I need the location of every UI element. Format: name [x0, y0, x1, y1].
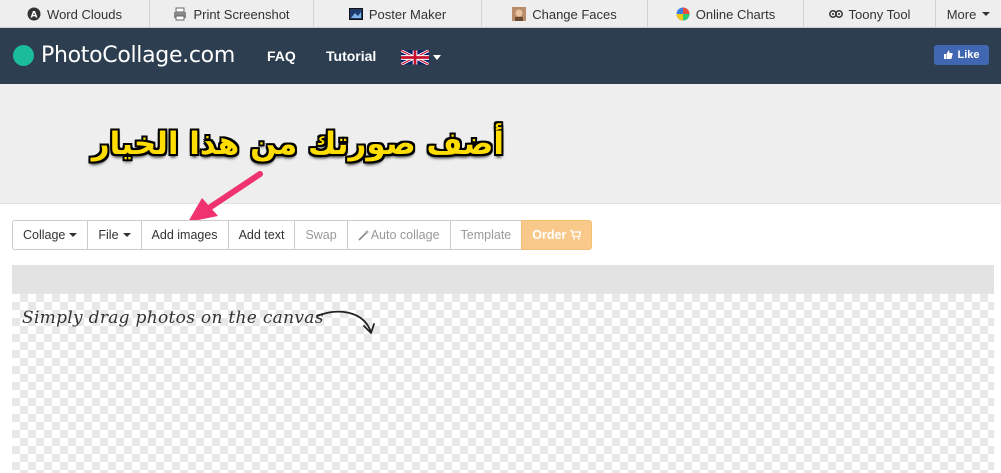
face-icon [512, 7, 527, 21]
poster-icon [348, 7, 363, 21]
canvas-hint: Simply drag photos on the canvas [22, 308, 324, 328]
site-logo[interactable]: PhotoCollage.com [41, 43, 235, 68]
arabic-annotation: أضف صورتك من هذا الخيار [91, 126, 504, 162]
facebook-like-button[interactable]: Like [934, 45, 989, 65]
ad-banner-area: أضف صورتك من هذا الخيار [0, 84, 1001, 204]
topbar-label: Toony Tool [848, 6, 911, 22]
topbar-change-faces[interactable]: Change Faces [482, 0, 648, 28]
logo-dot-icon [13, 45, 34, 66]
collage-menu-button[interactable]: Collage [12, 220, 89, 250]
topbar-label: Print Screenshot [193, 6, 290, 22]
toony-icon [828, 7, 843, 21]
add-images-button[interactable]: Add images [140, 220, 229, 250]
collage-canvas[interactable]: Simply drag photos on the canvas [12, 294, 994, 473]
button-label: Collage [23, 228, 66, 242]
uk-flag-icon[interactable] [401, 50, 429, 65]
top-tool-bar: A Word Clouds Print Screenshot Poster Ma… [0, 0, 1001, 28]
swap-button[interactable]: Swap [294, 220, 348, 250]
topbar-label: Change Faces [532, 6, 617, 22]
topbar-label: Online Charts [695, 6, 776, 22]
canvas-header-bar [12, 265, 994, 294]
curved-arrow-icon [316, 310, 375, 334]
thumbs-up-icon [944, 50, 954, 59]
editor-toolbar: Collage File Add images Add text Swap Au… [12, 220, 593, 250]
topbar-word-clouds[interactable]: A Word Clouds [0, 0, 150, 28]
topbar-print-screenshot[interactable]: Print Screenshot [150, 0, 314, 28]
topbar-label: Poster Maker [368, 6, 447, 22]
button-label: Swap [305, 228, 337, 242]
order-button[interactable]: Order [521, 220, 593, 250]
topbar-poster-maker[interactable]: Poster Maker [314, 0, 482, 28]
printer-icon [173, 7, 187, 21]
button-label: Add text [238, 228, 285, 242]
topbar-online-charts[interactable]: Online Charts [648, 0, 804, 28]
file-menu-button[interactable]: File [87, 220, 142, 250]
caret-down-icon [69, 233, 78, 237]
cart-icon [570, 230, 582, 240]
button-label: Order [532, 228, 567, 242]
nav-faq[interactable]: FAQ [267, 48, 296, 64]
svg-text:A: A [31, 11, 38, 21]
topbar-label: More [946, 6, 977, 22]
pink-pointer-arrow-icon [188, 171, 263, 222]
topbar-toony-tool[interactable]: Toony Tool [804, 0, 936, 28]
add-text-button[interactable]: Add text [227, 220, 296, 250]
pie-chart-icon [676, 7, 690, 21]
like-label: Like [957, 49, 980, 61]
button-label: Add images [151, 228, 218, 242]
nav-tutorial[interactable]: Tutorial [326, 48, 376, 64]
word-cloud-icon: A [27, 7, 41, 21]
button-label: Auto collage [370, 228, 440, 242]
caret-down-icon [982, 12, 991, 16]
caret-down-icon [122, 233, 131, 237]
template-button[interactable]: Template [449, 220, 523, 250]
button-label: File [98, 228, 119, 242]
site-header: PhotoCollage.com FAQ Tutorial Like [0, 28, 1001, 84]
auto-collage-button[interactable]: Auto collage [346, 220, 451, 250]
button-label: Template [460, 228, 512, 242]
magic-wand-icon [358, 229, 370, 241]
topbar-more[interactable]: More [936, 0, 1001, 28]
topbar-label: Word Clouds [47, 6, 122, 22]
language-caret-icon[interactable] [433, 55, 441, 60]
